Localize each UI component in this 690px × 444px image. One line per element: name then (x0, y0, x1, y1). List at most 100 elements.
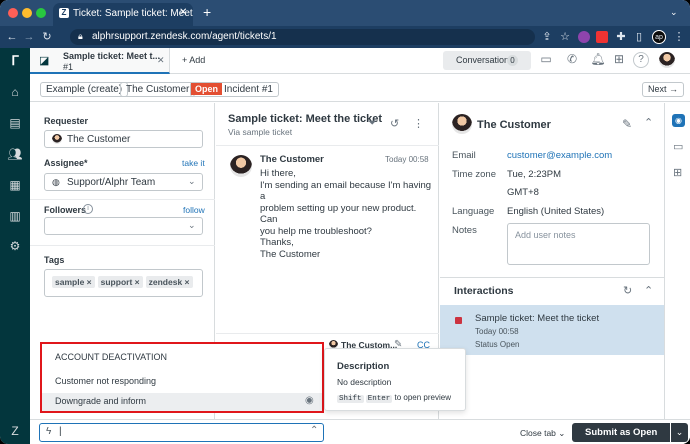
assignee-select[interactable]: ◍ Support/Alphr Team ⌄ (44, 173, 203, 191)
address-bar[interactable]: 🔒︎ alphrsupport.zendesk.com/agent/ticket… (70, 29, 535, 45)
browser-tab[interactable]: Z Ticket: Sample ticket: Meet the ✕ (53, 3, 193, 26)
macro-item-highlighted[interactable]: Downgrade and inform ◉ (42, 393, 322, 411)
close-window-button[interactable] (8, 8, 18, 18)
collapse-interactions-icon[interactable]: ⌃ (644, 284, 653, 297)
share-icon[interactable]: ⇪ (540, 30, 554, 44)
customer-context-pane: The Customer ✎ ⌃ Email customer@example.… (440, 103, 665, 419)
close-tab-icon[interactable]: ✕ (179, 7, 187, 18)
extension-red-icon[interactable] (596, 31, 608, 43)
crumb-customer[interactable]: The Customer (120, 82, 196, 97)
remove-tag-icon[interactable]: × (185, 277, 190, 287)
add-tab-button[interactable]: + Add (182, 55, 205, 65)
macro-list-popup: ACCOUNT DEACTIVATION Customer not respon… (40, 342, 324, 413)
remove-tag-icon[interactable]: × (87, 277, 92, 287)
tag-label: support (100, 277, 133, 287)
submit-button[interactable]: Submit as Open (572, 423, 670, 442)
comment-line: The Customer (260, 248, 321, 260)
description-body: No description (337, 377, 392, 387)
requester-avatar (52, 134, 62, 144)
home-icon[interactable]: ⌂ (7, 84, 23, 100)
more-options-icon[interactable]: ⋮ (413, 117, 424, 130)
conversations-button[interactable]: Conversations 0 (443, 51, 531, 70)
interactions-title: Interactions (454, 285, 514, 297)
info-icon[interactable]: i (83, 204, 93, 214)
ticket-tab-icon: ◪ (39, 55, 50, 67)
history-icon[interactable]: ↺ (390, 117, 399, 130)
timezone-offset: GMT+8 (507, 187, 539, 198)
ticket-status-icon (455, 317, 462, 324)
tag-chip[interactable]: sample × (52, 276, 95, 288)
reporting-icon[interactable]: ▥ (7, 208, 23, 224)
maximize-window-button[interactable] (36, 8, 46, 18)
take-it-link[interactable]: take it (182, 158, 205, 168)
customers-icon[interactable]: 👥︎ (7, 146, 23, 162)
tab-list-chevron-icon[interactable]: ⌄ (670, 7, 678, 18)
collapse-chevron-icon[interactable]: ⌃ (644, 116, 653, 129)
refresh-icon[interactable]: ↻ (623, 284, 632, 297)
back-icon[interactable]: ← (5, 30, 19, 44)
crumb-incident[interactable]: Open Incident #1 (190, 82, 279, 97)
tag-chip[interactable]: support × (97, 276, 143, 288)
follow-link[interactable]: follow (183, 205, 205, 215)
customer-context-icon[interactable]: ◉ (672, 114, 685, 127)
apps-grid-icon[interactable]: ⊞ (611, 52, 627, 68)
views-icon[interactable]: ▤ (7, 115, 23, 131)
email-value[interactable]: customer@example.com (507, 150, 612, 161)
macro-search-input[interactable]: ϟ | ⌃ (39, 423, 324, 442)
close-tab-select[interactable]: Close tab ⌄ (520, 428, 565, 439)
tag-chip[interactable]: zendesk × (145, 276, 193, 288)
macro-item[interactable]: ACCOUNT DEACTIVATION (42, 347, 322, 369)
macro-item[interactable]: Customer not responding (42, 371, 322, 393)
reload-icon[interactable]: ↻ (40, 30, 54, 44)
remove-tag-icon[interactable]: × (135, 277, 140, 287)
chat-icon[interactable]: ▭ (538, 52, 554, 68)
tag-label: zendesk (148, 277, 183, 287)
conversations-label: Conversations (456, 55, 514, 65)
notes-textarea[interactable]: Add user notes (507, 223, 650, 265)
interaction-item[interactable]: Sample ticket: Meet the ticket Today 00:… (440, 305, 664, 355)
requester-field[interactable]: The Customer (44, 130, 203, 148)
zendesk-favicon-icon: Z (59, 8, 69, 18)
comment-line: I'm sending an email because I'm having … (260, 179, 432, 203)
notifications-bell-icon[interactable]: 🔔︎ (590, 52, 606, 68)
minimize-window-button[interactable] (22, 8, 32, 18)
followers-label: Followers (44, 205, 87, 215)
next-label: Next (648, 84, 667, 94)
ticket-workspace-tab[interactable]: ◪ Sample ticket: Meet t... #1 ✕ (30, 48, 170, 74)
profile-avatar-icon[interactable]: ap (652, 30, 666, 44)
crumb-example[interactable]: Example (create) (40, 82, 129, 97)
filter-icon[interactable]: ⏷ (368, 117, 377, 130)
extension-icon[interactable] (578, 31, 590, 43)
sidebar-panel-icon[interactable]: ▯ (632, 30, 646, 44)
forward-icon[interactable]: → (22, 30, 36, 44)
notes-label: Notes (452, 225, 477, 236)
next-button[interactable]: Next → (642, 82, 685, 97)
comment-line: Hi there, (260, 168, 296, 179)
divider (440, 277, 665, 278)
interaction-status-label: Status (475, 340, 498, 349)
user-avatar[interactable] (659, 52, 675, 68)
browser-tab-title: Ticket: Sample ticket: Meet the (73, 8, 193, 19)
browser-menu-icon[interactable]: ⋮ (672, 30, 686, 44)
new-tab-icon[interactable]: + (203, 5, 211, 19)
extensions-puzzle-icon[interactable]: ✚ (614, 30, 628, 44)
text-cursor: | (59, 426, 62, 437)
close-ws-tab-icon[interactable]: ✕ (157, 55, 165, 66)
tags-field[interactable]: sample × support × zendesk × (44, 269, 203, 297)
notes-placeholder: Add user notes (515, 230, 576, 240)
apps-icon[interactable]: ⊞ (673, 166, 682, 179)
organizations-icon[interactable]: ▦ (7, 177, 23, 193)
help-icon[interactable]: ? (633, 52, 649, 68)
knowledge-icon[interactable]: ▭ (673, 140, 683, 153)
zendesk-logo-icon[interactable]: ᒥ (7, 53, 23, 69)
phone-icon[interactable]: ✆ (564, 52, 580, 68)
followers-field[interactable]: ⌄ (44, 217, 203, 235)
admin-gear-icon[interactable]: ⚙ (7, 238, 23, 254)
submit-options-chevron-icon[interactable]: ⌄ (671, 423, 688, 442)
bookmark-star-icon[interactable]: ☆ (558, 30, 572, 44)
edit-customer-icon[interactable]: ✎ (622, 117, 632, 131)
lightning-icon: ϟ (46, 426, 52, 437)
assignee-label: Assignee* (44, 158, 88, 168)
preview-eye-icon[interactable]: ◉ (305, 395, 314, 406)
comment-line: Thanks, (260, 237, 294, 248)
